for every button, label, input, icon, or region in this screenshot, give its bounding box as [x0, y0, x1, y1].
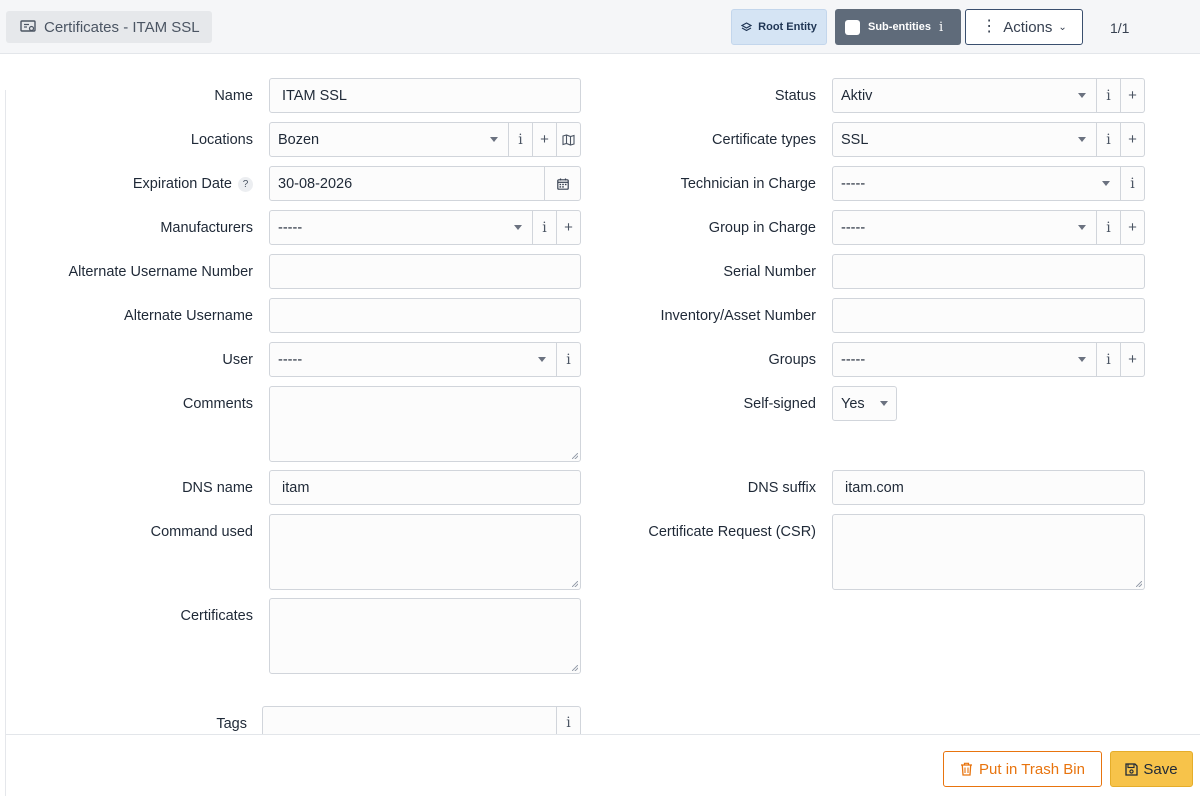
page-title: Certificates - ITAM SSL — [44, 18, 200, 36]
technician-in-charge-label: Technician in Charge — [680, 176, 816, 192]
sub-entities-label: Sub-entities — [868, 21, 931, 33]
root-entity-label: Root Entity — [758, 21, 817, 33]
info-icon[interactable]: i — [1120, 167, 1144, 200]
dns-name-label: DNS name — [182, 480, 253, 496]
csr-label: Certificate Request (CSR) — [648, 524, 816, 540]
chevron-down-icon: ⌄ — [1058, 21, 1067, 33]
save-label: Save — [1143, 760, 1178, 778]
left-sidebar-edge — [0, 90, 6, 796]
locations-select[interactable]: Bozen i + — [269, 122, 581, 157]
csr-textarea[interactable] — [832, 514, 1145, 590]
trash-label: Put in Trash Bin — [979, 760, 1085, 778]
info-icon[interactable]: i — [508, 123, 532, 156]
actions-dropdown-button[interactable]: ⋮ Actions ⌄ — [965, 9, 1083, 45]
chevron-down-icon — [1078, 225, 1086, 230]
alternate-username-label: Alternate Username — [124, 308, 253, 324]
info-icon[interactable]: i — [1096, 343, 1120, 376]
groups-label: Groups — [768, 352, 816, 368]
certificate-types-select[interactable]: SSL i + — [832, 122, 1145, 157]
serial-number-input[interactable] — [832, 254, 1145, 289]
self-signed-label: Self-signed — [743, 396, 816, 412]
comments-label: Comments — [182, 396, 253, 412]
chevron-down-icon — [538, 357, 546, 362]
certificate-types-label: Certificate types — [712, 132, 816, 148]
actions-label: Actions — [1003, 18, 1053, 36]
add-icon[interactable]: + — [556, 211, 580, 244]
page-title-tab[interactable]: Certificates - ITAM SSL — [6, 11, 212, 43]
save-button[interactable]: Save — [1110, 751, 1193, 787]
tags-label: Tags — [216, 716, 247, 732]
alternate-username-number-label: Alternate Username Number — [68, 264, 253, 280]
name-input[interactable]: ITAM SSL — [269, 78, 581, 113]
status-label: Status — [774, 88, 816, 104]
groups-select[interactable]: ----- i + — [832, 342, 1145, 377]
pager-count: 1/1 — [1110, 20, 1130, 36]
command-used-textarea[interactable] — [269, 514, 581, 590]
status-select[interactable]: Aktiv i + — [832, 78, 1145, 113]
alternate-username-input[interactable] — [269, 298, 581, 333]
locations-label: Locations — [190, 132, 253, 148]
chevron-down-icon — [1078, 137, 1086, 142]
add-icon[interactable]: + — [1120, 211, 1144, 244]
group-in-charge-label: Group in Charge — [708, 220, 816, 236]
inventory-number-input[interactable] — [832, 298, 1145, 333]
name-label: Name — [214, 88, 253, 104]
info-icon[interactable]: i — [532, 211, 556, 244]
group-in-charge-select[interactable]: ----- i + — [832, 210, 1145, 245]
info-icon[interactable]: i — [556, 343, 580, 376]
put-in-trash-button[interactable]: Put in Trash Bin — [943, 751, 1102, 787]
command-used-label: Command used — [150, 524, 253, 540]
info-icon: i — [938, 19, 944, 35]
sub-entities-toggle[interactable]: Sub-entities i — [835, 9, 961, 45]
add-icon[interactable]: + — [1120, 123, 1144, 156]
expiration-date-input[interactable]: 30-08-2026 — [269, 166, 581, 201]
certificates-textarea[interactable] — [269, 598, 581, 674]
alternate-username-number-input[interactable] — [269, 254, 581, 289]
vertical-dots-icon: ⋮ — [981, 18, 998, 35]
user-select[interactable]: ----- i — [269, 342, 581, 377]
chevron-down-icon — [490, 137, 498, 142]
chevron-down-icon — [1078, 357, 1086, 362]
chevron-down-icon — [880, 401, 888, 406]
layers-icon — [741, 22, 753, 32]
add-icon[interactable]: + — [1120, 79, 1144, 112]
chevron-down-icon — [1078, 93, 1086, 98]
sub-entities-checkbox[interactable] — [845, 19, 860, 35]
chevron-down-icon — [1102, 181, 1110, 186]
save-icon — [1125, 762, 1139, 776]
trash-icon — [961, 762, 973, 776]
technician-in-charge-select[interactable]: ----- i — [832, 166, 1145, 201]
certificate-icon — [20, 20, 36, 32]
serial-number-label: Serial Number — [723, 264, 816, 280]
manufacturers-label: Manufacturers — [160, 220, 253, 236]
manufacturers-select[interactable]: ----- i + — [269, 210, 581, 245]
chevron-down-icon — [514, 225, 522, 230]
calendar-icon[interactable] — [544, 167, 580, 200]
help-icon[interactable]: ? — [238, 176, 253, 192]
add-icon[interactable]: + — [532, 123, 556, 156]
add-icon[interactable]: + — [1120, 343, 1144, 376]
user-label: User — [222, 352, 253, 368]
expiration-date-label: Expiration Date? — [133, 176, 253, 192]
inventory-number-label: Inventory/Asset Number — [660, 308, 816, 324]
dns-name-input[interactable]: itam — [269, 470, 581, 505]
root-entity-button[interactable]: Root Entity — [731, 9, 827, 45]
self-signed-select[interactable]: Yes — [832, 386, 897, 421]
info-icon[interactable]: i — [1096, 211, 1120, 244]
comments-textarea[interactable] — [269, 386, 581, 462]
info-icon[interactable]: i — [1096, 79, 1120, 112]
info-icon[interactable]: i — [1096, 123, 1120, 156]
dns-suffix-input[interactable]: itam.com — [832, 470, 1145, 505]
dns-suffix-label: DNS suffix — [747, 480, 816, 496]
map-icon[interactable] — [556, 123, 580, 156]
certificates-label: Certificates — [180, 608, 253, 624]
